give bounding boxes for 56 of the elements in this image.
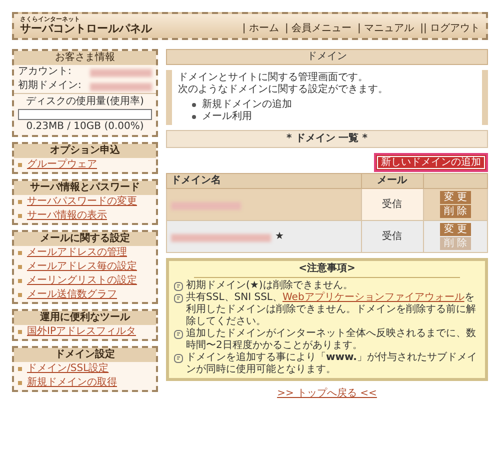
note-text: 追加したドメインがインターネット全体へ反映されるまでに、数時間〜2日程度かかることがあります。 (186, 328, 477, 352)
note-text: ドメインを追加する事により「www.」が付与されたサブドメインが同時に使用可能となります。 (186, 352, 478, 376)
note-icon (174, 330, 183, 339)
column-header: メール (361, 174, 424, 188)
menu-link[interactable]: 新規ドメインの取得 (14, 376, 156, 390)
bullet-icon (192, 115, 196, 119)
page-title: ドメイン (166, 49, 488, 65)
panel-heading: メールに関する設定 (14, 232, 156, 246)
menu-link[interactable]: メールアドレスの管理 (14, 246, 156, 260)
menu-link[interactable]: メーリングリストの設定 (14, 274, 156, 288)
disk-reading: 0.23MB / 10GB (0.00%) (26, 121, 144, 133)
back-to-top-link[interactable]: >> トップへ戻る << (277, 388, 377, 400)
menu-link[interactable]: メールアドレス毎の設定 (14, 260, 156, 274)
waf-link[interactable]: Webアプリケーションファイアウォール (282, 292, 464, 303)
intro-item: メール利用 (202, 111, 252, 123)
delete-button[interactable]: 削 除 (440, 205, 472, 218)
nav-link[interactable]: | ホーム (242, 23, 279, 35)
star-icon: ★ (275, 230, 284, 242)
panel-heading: オプション申込 (14, 144, 156, 158)
edit-button[interactable]: 変 更 (440, 191, 472, 204)
disk-label: ディスクの使用量(使用率) (26, 96, 144, 108)
menu-link[interactable]: 国外IPアドレスフィルタ (14, 325, 156, 339)
panel-heading: 運用に便利なツール (14, 311, 156, 325)
field-label: 初期ドメイン: (18, 80, 82, 92)
redacted-value (90, 83, 152, 91)
note-icon (174, 282, 183, 291)
notes-title: <注意事項> (194, 263, 460, 278)
note-icon (174, 354, 183, 363)
menu-link[interactable]: サーバパスワードの変更 (14, 195, 156, 209)
menu-link[interactable]: メール送信数グラフ (14, 288, 156, 302)
redacted-value (90, 69, 152, 77)
mail-cell: 受信 (361, 188, 424, 220)
note-text: 共有SSL、SNI SSL、Webアプリケーションファイアウォールを利用したドメインは削除できません。ドメインを削除する前に解除してください。 (186, 292, 477, 328)
panel-heading: ドメイン設定 (14, 348, 156, 362)
note-text: 初期ドメイン(★)は削除できません。 (186, 280, 353, 292)
add-domain-button[interactable]: 新しいドメインの追加 (374, 153, 488, 172)
nav-link[interactable]: | 会員メニュー (284, 23, 352, 35)
menu-link[interactable]: サーバ情報の表示 (14, 209, 156, 223)
bullet-icon (192, 103, 196, 107)
field-label: アカウント: (18, 66, 72, 78)
nav-link[interactable]: || ログアウト (420, 23, 480, 35)
intro-text: 次のようなドメインに関する設定ができます。 (178, 84, 389, 96)
intro-text: ドメインとサイトに関する管理画面です。 (178, 72, 369, 84)
menu-link[interactable]: ドメイン/SSL設定 (14, 362, 156, 376)
intro-item: 新規ドメインの追加 (202, 99, 292, 110)
edit-button[interactable]: 変 更 (440, 223, 472, 236)
redacted-domain (171, 202, 241, 210)
note-icon (174, 294, 183, 303)
panel-title: サーバコントロールパネル (20, 23, 152, 35)
mail-cell: 受信 (361, 220, 424, 252)
menu-link[interactable]: グループウェア (14, 158, 156, 172)
nav-link[interactable]: | マニュアル (358, 23, 414, 35)
panel-heading: お客さま情報 (14, 51, 156, 65)
column-header: ドメイン名 (166, 174, 362, 188)
panel-heading: サーバ情報とパスワード (14, 181, 156, 195)
section-title: * ドメイン 一覧 * (166, 130, 488, 148)
